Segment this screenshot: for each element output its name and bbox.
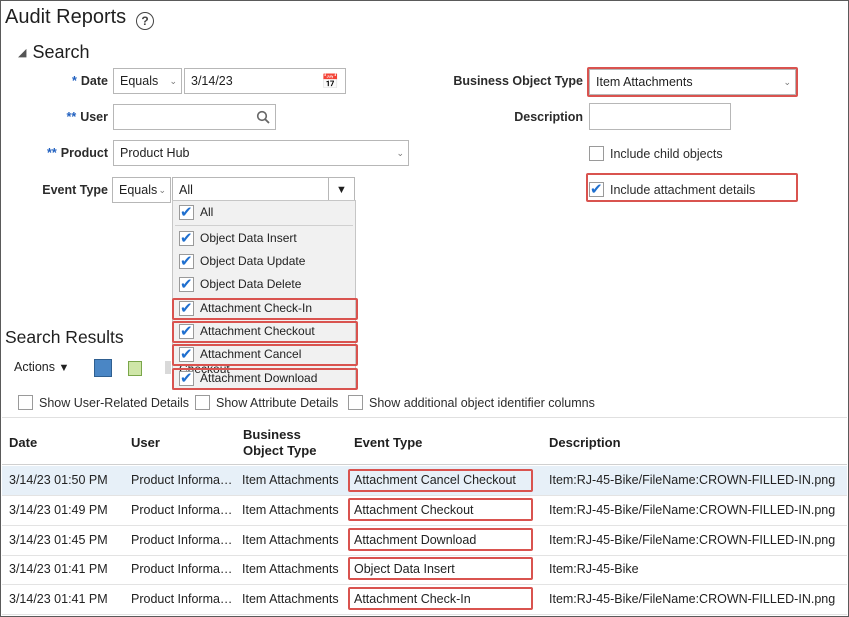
- detach-icon[interactable]: [128, 361, 142, 376]
- date-cell: 3/14/23 01:41 PM: [9, 592, 108, 606]
- collapse-triangle-icon[interactable]: ◢: [18, 46, 26, 59]
- highlight-box: [348, 587, 533, 610]
- event-type-label: Event Type: [42, 183, 108, 197]
- event-option-object-data-update[interactable]: Object Data Update: [179, 252, 349, 274]
- description-label: Description: [514, 110, 583, 124]
- help-icon[interactable]: ?: [136, 12, 154, 30]
- divider: [175, 225, 353, 226]
- description-cell: Item:RJ-45-Bike/FileName:CROWN-FILLED-IN…: [549, 592, 836, 606]
- business-object-type-cell: Item Attachments: [242, 562, 339, 576]
- highlight-box: [348, 498, 533, 521]
- chevron-down-icon: ⌄: [396, 148, 404, 158]
- date-cell: 3/14/23 01:45 PM: [9, 533, 108, 547]
- user-cell: Product Informa…: [131, 592, 233, 606]
- triangle-down-icon: ▼: [58, 362, 70, 374]
- highlight-box: [348, 528, 533, 551]
- event-option-object-data-delete[interactable]: Object Data Delete: [179, 275, 349, 297]
- event-option-all[interactable]: All: [179, 203, 349, 225]
- date-cell: 3/14/23 01:50 PM: [9, 473, 108, 487]
- column-header-date[interactable]: Date: [9, 435, 37, 450]
- column-header-event-type[interactable]: Event Type: [354, 435, 422, 450]
- checkbox[interactable]: [195, 395, 210, 411]
- column-header-business-object-type[interactable]: Business Object Type: [243, 427, 323, 459]
- date-input[interactable]: 3/14/23 📅: [184, 68, 346, 94]
- highlight-box: [172, 321, 358, 343]
- checkbox[interactable]: [589, 146, 604, 162]
- show-user-related-details[interactable]: Show User-Related Details: [18, 394, 189, 412]
- include-child-objects[interactable]: Include child objects: [589, 145, 723, 163]
- description-cell: Item:RJ-45-Bike/FileName:CROWN-FILLED-IN…: [549, 503, 836, 517]
- date-cell: 3/14/23 01:49 PM: [9, 503, 108, 517]
- highlight-box: [586, 173, 798, 202]
- freeze-icon[interactable]: [165, 361, 171, 374]
- show-attribute-details[interactable]: Show Attribute Details: [195, 394, 338, 412]
- business-object-type-cell: Item Attachments: [242, 592, 339, 606]
- business-object-type-cell: Item Attachments: [242, 533, 339, 547]
- user-cell: Product Informa…: [131, 562, 233, 576]
- triangle-down-icon: ▼: [336, 184, 347, 196]
- description-cell: Item:RJ-45-Bike/FileName:CROWN-FILLED-IN…: [549, 533, 836, 547]
- chevron-down-icon: ⌄: [169, 76, 177, 86]
- user-cell: Product Informa…: [131, 533, 233, 547]
- business-object-type-cell: Item Attachments: [242, 473, 339, 487]
- highlight-box: [348, 469, 533, 492]
- description-cell: Item:RJ-45-Bike/FileName:CROWN-FILLED-IN…: [549, 473, 836, 487]
- divider: [2, 464, 847, 465]
- actions-menu[interactable]: Actions ▼: [14, 360, 69, 374]
- checkbox[interactable]: [348, 395, 363, 411]
- search-section-header[interactable]: ◢ Search: [18, 42, 90, 63]
- user-input[interactable]: [113, 104, 276, 130]
- product-label: ** Product: [47, 146, 108, 160]
- search-heading: Search: [32, 42, 90, 62]
- event-option-object-data-insert[interactable]: Object Data Insert: [179, 229, 349, 251]
- highlight-box: [172, 368, 358, 390]
- highlight-box: [172, 344, 358, 366]
- description-cell: Item:RJ-45-Bike: [549, 562, 639, 576]
- user-cell: Product Informa…: [131, 473, 233, 487]
- business-object-type-label: Business Object Type: [453, 74, 583, 88]
- date-cell: 3/14/23 01:41 PM: [9, 562, 108, 576]
- checkbox[interactable]: [18, 395, 33, 411]
- business-object-type-cell: Item Attachments: [242, 503, 339, 517]
- checkbox[interactable]: [179, 203, 194, 221]
- chevron-down-icon: ⌄: [158, 185, 166, 195]
- user-cell: Product Informa…: [131, 503, 233, 517]
- description-input[interactable]: [589, 103, 731, 130]
- checkbox[interactable]: [179, 252, 194, 270]
- highlight-box: [348, 557, 533, 580]
- search-icon[interactable]: [256, 110, 270, 124]
- column-header-user[interactable]: User: [131, 435, 160, 450]
- checkbox[interactable]: [179, 229, 194, 247]
- show-additional-identifier-columns[interactable]: Show additional object identifier column…: [348, 394, 595, 412]
- calendar-icon[interactable]: 📅: [322, 69, 339, 93]
- page-title: Audit Reports: [5, 6, 127, 28]
- highlight-box: [587, 67, 798, 97]
- search-results-heading: Search Results: [5, 327, 124, 347]
- product-select[interactable]: Product Hub ⌄: [113, 140, 409, 166]
- user-label: ** User: [66, 110, 108, 124]
- highlight-box: [172, 298, 358, 320]
- checkbox[interactable]: [179, 275, 194, 293]
- divider: [2, 417, 847, 418]
- column-header-description[interactable]: Description: [549, 435, 621, 450]
- export-icon[interactable]: [94, 359, 112, 377]
- date-operator-select[interactable]: Equals ⌄: [113, 68, 182, 94]
- event-type-operator-select[interactable]: Equals ⌄: [112, 177, 171, 203]
- date-label: * Date: [72, 74, 108, 88]
